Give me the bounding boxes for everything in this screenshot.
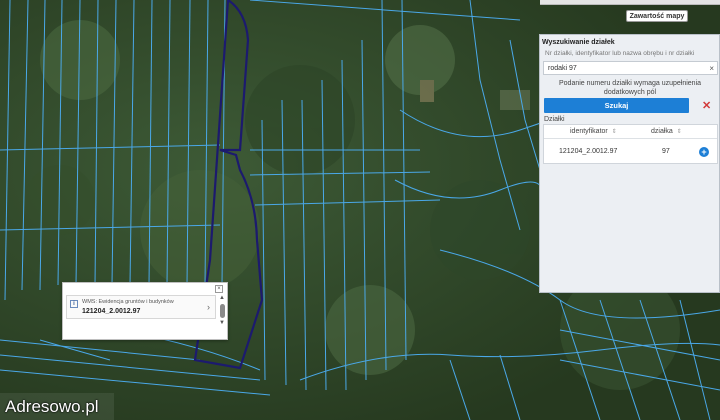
map-contents-button[interactable]: Zawartość mapy xyxy=(626,10,688,22)
close-icon[interactable]: ✕ xyxy=(702,99,711,112)
column-header-parcel[interactable]: działka ⇕ xyxy=(651,128,682,135)
panel-title: Wyszukiwanie działek xyxy=(542,39,615,46)
chevron-right-icon[interactable]: › xyxy=(207,302,210,312)
search-input[interactable]: rodaki 97 × xyxy=(543,61,718,75)
parcel-search-panel: Wyszukiwanie działek Nr działki, identyf… xyxy=(539,34,720,293)
top-toolbar xyxy=(540,0,720,5)
feature-info-popup: × i WMS: Ewidencja gruntów i budynków 12… xyxy=(62,282,228,340)
feature-identifier: 121204_2.0012.97 xyxy=(82,308,141,315)
popup-scrollbar[interactable]: ▲ ▼ xyxy=(219,295,226,329)
chevron-down-icon[interactable]: ▼ xyxy=(219,320,225,326)
chevron-up-icon[interactable]: ▲ xyxy=(219,295,225,301)
row-parcel: 97 xyxy=(662,148,670,155)
table-row[interactable]: 121204_2.0012.97 97 + xyxy=(544,139,717,164)
scroll-thumb[interactable] xyxy=(220,304,225,318)
watermark-logo: Adresowo.pl xyxy=(0,393,114,420)
results-label: Działki xyxy=(544,116,565,123)
results-table: identyfikator ⇕ działka ⇕ 121204_2.0012.97… xyxy=(543,124,718,164)
layer-name: WMS: Ewidencja gruntów i budynków xyxy=(82,299,174,305)
info-icon: i xyxy=(70,300,78,308)
search-hint: Nr działki, identyfikator lub nazwa obrę… xyxy=(545,50,695,57)
feature-item[interactable]: i WMS: Ewidencja gruntów i budynków 1212… xyxy=(66,295,216,319)
row-identifier: 121204_2.0012.97 xyxy=(559,148,618,155)
results-header: identyfikator ⇕ działka ⇕ xyxy=(544,125,717,139)
sort-icon: ⇕ xyxy=(611,129,617,135)
search-input-value: rodaki 97 xyxy=(548,65,577,72)
clear-icon[interactable]: × xyxy=(709,64,714,73)
column-header-identifier[interactable]: identyfikator ⇕ xyxy=(570,128,617,135)
search-button[interactable]: Szukaj xyxy=(544,98,689,113)
search-note: Podanie numeru działki wymaga uzupełnien… xyxy=(558,80,702,96)
add-icon[interactable]: + xyxy=(699,147,709,157)
close-icon[interactable]: × xyxy=(215,285,223,293)
sort-icon: ⇕ xyxy=(676,129,682,135)
